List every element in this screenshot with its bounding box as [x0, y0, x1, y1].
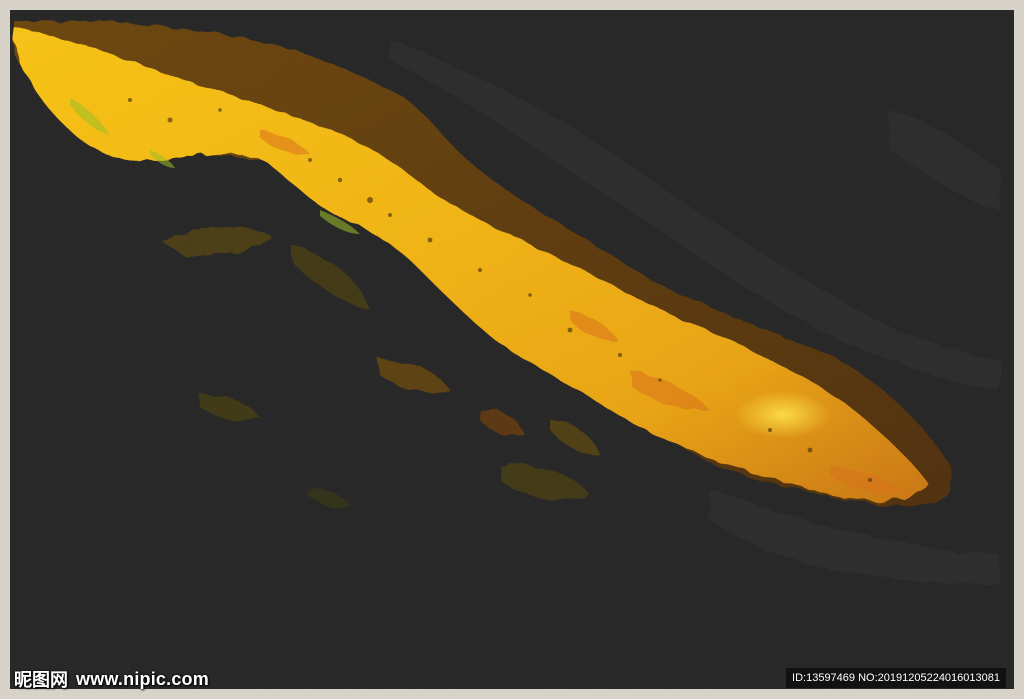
watermark-site-url: www.nipic.com [76, 668, 209, 689]
watermark-brand: 昵图网 www.nipic.com [14, 664, 209, 694]
image-frame: 昵图网 www.nipic.com ID:13597469 NO:2019120… [0, 0, 1024, 699]
watermark-brand-name: 昵图网 [14, 670, 68, 691]
artwork-canvas [10, 10, 1014, 689]
streak-highlight [610, 345, 850, 465]
golden-streak-artwork [10, 10, 1014, 689]
watermark-id-label: ID:13597469 NO:20191205224016013081 [786, 668, 1006, 688]
